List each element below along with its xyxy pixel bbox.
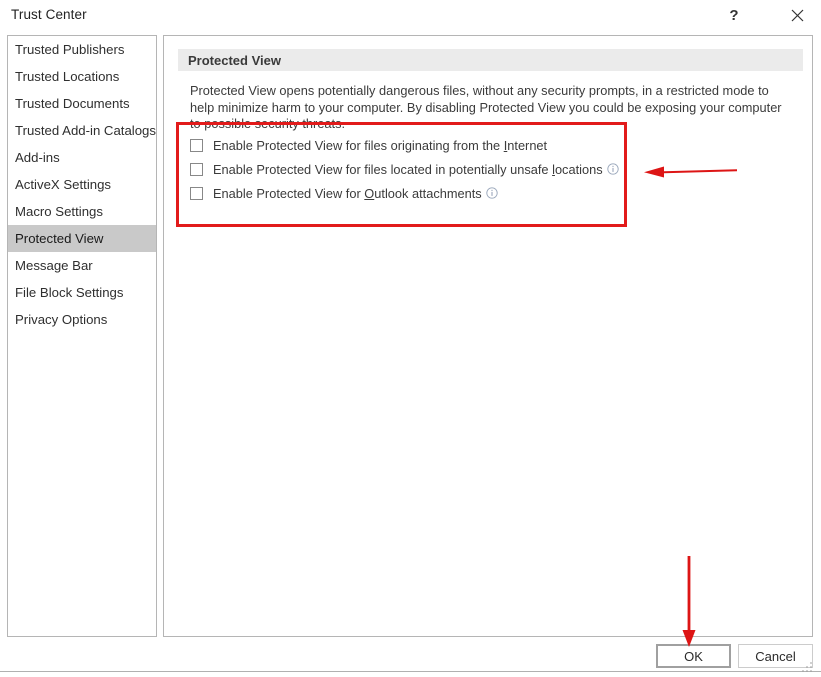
sidebar-item-file-block-settings[interactable]: File Block Settings bbox=[8, 279, 156, 306]
sidebar-item-trusted-add-in-catalogs[interactable]: Trusted Add-in Catalogs bbox=[8, 117, 156, 144]
checkbox-enable-protected-view-outlook-attachments[interactable] bbox=[190, 186, 203, 200]
accelerator-key: O bbox=[364, 185, 375, 201]
help-icon: ? bbox=[729, 6, 739, 24]
sidebar-item-message-bar[interactable]: Message Bar bbox=[8, 252, 156, 279]
option-label-unsafe-locations: Enable Protected View for files located … bbox=[213, 161, 603, 177]
sidebar-item-activex-settings[interactable]: ActiveX Settings bbox=[8, 171, 156, 198]
sidebar-item-trusted-documents[interactable]: Trusted Documents bbox=[8, 90, 156, 117]
content-panel: Protected View Protected View opens pote… bbox=[163, 35, 813, 637]
help-button[interactable]: ? bbox=[713, 0, 755, 30]
sidebar-category-list[interactable]: Trusted Publishers Trusted Locations Tru… bbox=[7, 35, 157, 637]
info-icon[interactable] bbox=[486, 187, 498, 199]
option-row-unsafe-locations[interactable]: Enable Protected View for files located … bbox=[190, 158, 770, 180]
sidebar-item-privacy-options[interactable]: Privacy Options bbox=[8, 306, 156, 333]
close-icon bbox=[791, 9, 803, 21]
checkbox-enable-protected-view-internet[interactable] bbox=[190, 138, 203, 152]
option-row-internet-files[interactable]: Enable Protected View for files originat… bbox=[190, 134, 770, 156]
info-icon[interactable] bbox=[606, 163, 619, 175]
close-button[interactable] bbox=[776, 0, 818, 30]
option-label-internet-files: Enable Protected View for files originat… bbox=[213, 137, 548, 153]
ok-button[interactable]: OK bbox=[656, 644, 731, 668]
section-description: Protected View opens potentially dangero… bbox=[190, 83, 782, 131]
sidebar-item-macro-settings[interactable]: Macro Settings bbox=[8, 198, 156, 225]
checkbox-enable-protected-view-unsafe-locations[interactable] bbox=[190, 162, 203, 176]
sidebar-item-protected-view[interactable]: Protected View bbox=[8, 225, 156, 252]
option-row-outlook-attachments[interactable]: Enable Protected View for Outlook attach… bbox=[190, 182, 770, 204]
sidebar-item-trusted-publishers[interactable]: Trusted Publishers bbox=[8, 36, 156, 63]
sidebar-item-trusted-locations[interactable]: Trusted Locations bbox=[8, 63, 156, 90]
option-label-outlook-attachments: Enable Protected View for Outlook attach… bbox=[213, 185, 482, 201]
window-title: Trust Center bbox=[11, 7, 87, 22]
bottom-separator bbox=[0, 671, 821, 672]
title-bar: Trust Center ? bbox=[0, 0, 821, 34]
resize-grip-icon[interactable] bbox=[800, 660, 814, 674]
section-header-protected-view: Protected View bbox=[178, 49, 803, 71]
sidebar-item-add-ins[interactable]: Add-ins bbox=[8, 144, 156, 171]
protected-view-options-group: Enable Protected View for files originat… bbox=[190, 134, 770, 206]
